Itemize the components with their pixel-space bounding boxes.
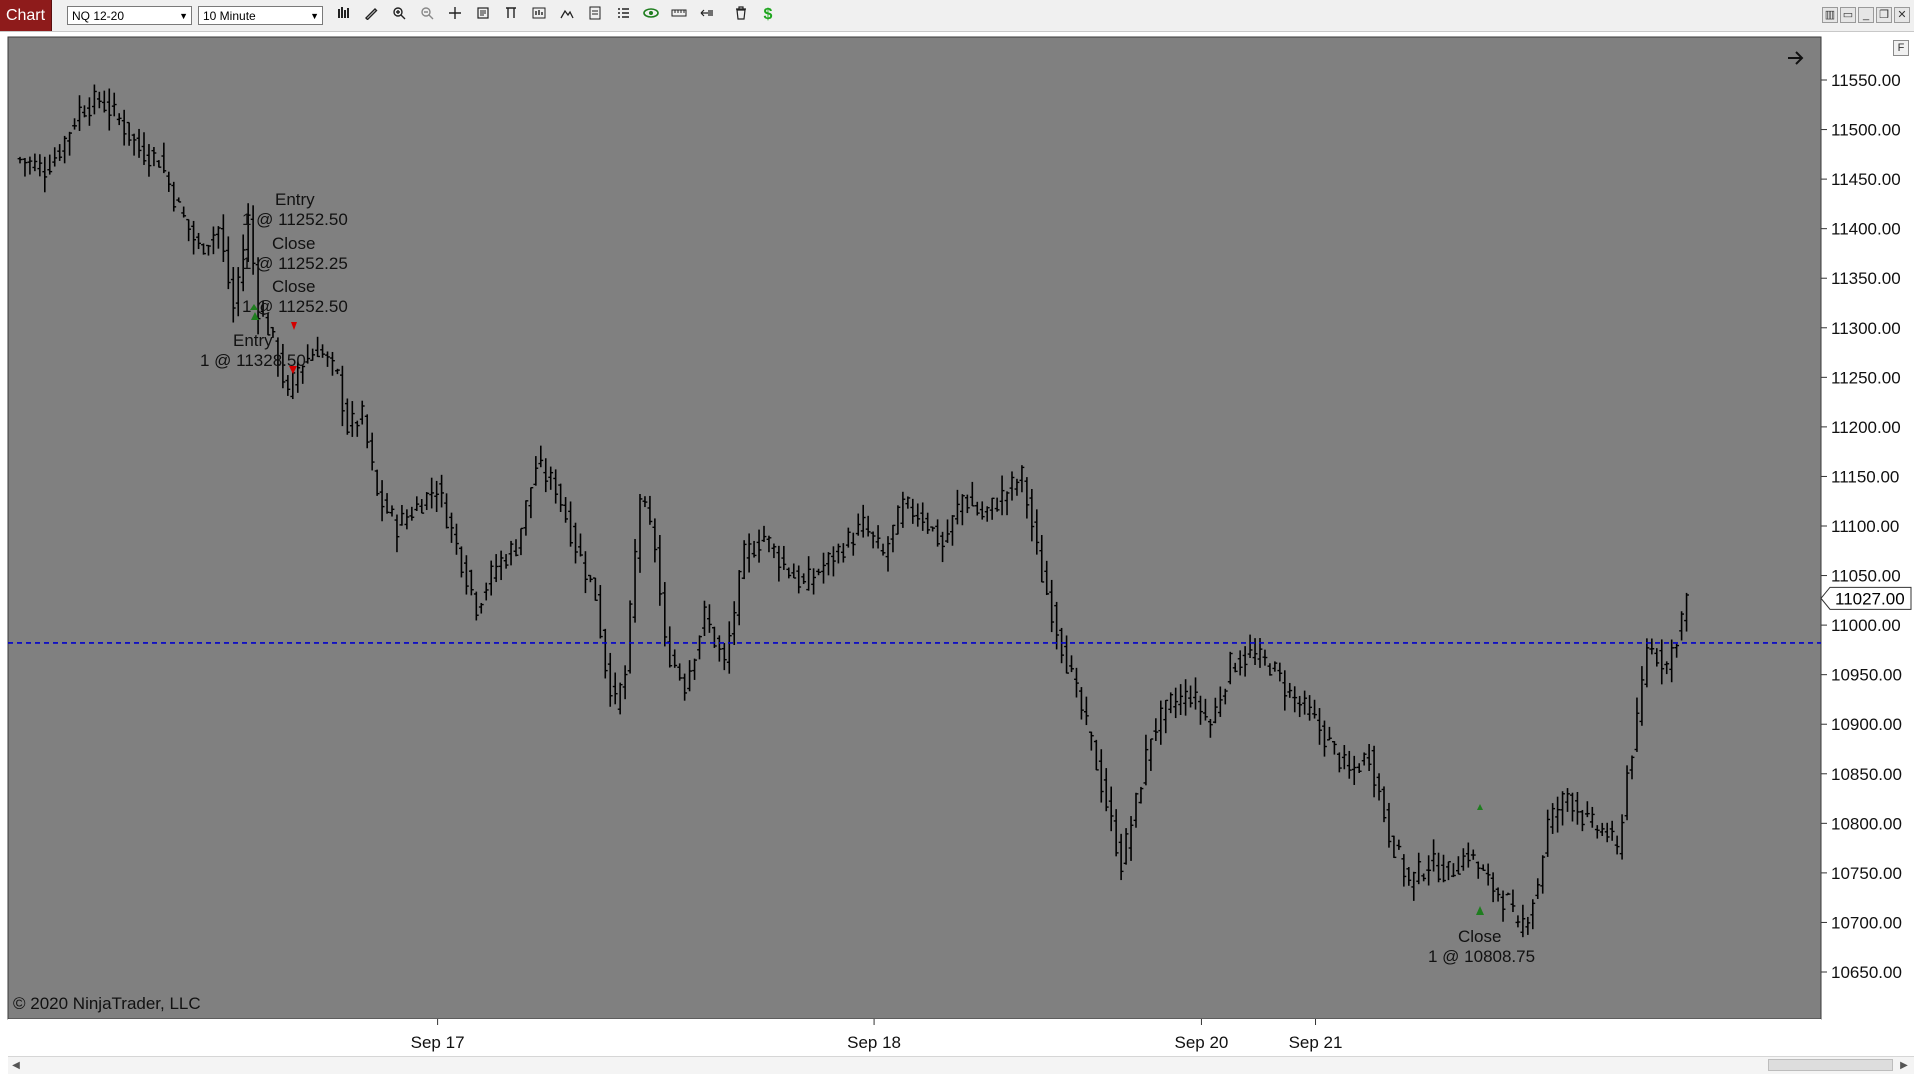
price-tick-label: 11250.00 xyxy=(1831,368,1901,387)
trade-detail: 1 @ 11252.50 xyxy=(242,297,348,316)
price-tick-label: 10850.00 xyxy=(1831,765,1902,784)
trade-label: Close xyxy=(272,277,315,296)
scroll-right-icon[interactable]: ▶ xyxy=(1896,1057,1912,1074)
price-tick-label: 11400.00 xyxy=(1831,220,1901,239)
trade-label: Close xyxy=(272,234,315,253)
scroll-left-icon[interactable]: ◀ xyxy=(8,1057,24,1074)
f-button[interactable]: F xyxy=(1893,40,1909,56)
price-tick-label: 11300.00 xyxy=(1831,319,1901,338)
price-tick-label: 11550.00 xyxy=(1831,71,1901,90)
date-tick-label: Sep 21 xyxy=(1289,1033,1343,1052)
scroll-thumb[interactable] xyxy=(1768,1059,1893,1071)
price-tick-label: 10900.00 xyxy=(1831,715,1902,734)
price-tick-label: 11500.00 xyxy=(1831,121,1901,140)
trade-label: Entry xyxy=(233,331,273,350)
price-tick-label: 10750.00 xyxy=(1831,864,1902,883)
price-tick-label: 10700.00 xyxy=(1831,913,1902,932)
date-tick-label: Sep 18 xyxy=(847,1033,901,1052)
price-tick-label: 11200.00 xyxy=(1831,418,1901,437)
horizontal-scrollbar[interactable]: ◀ ▶ xyxy=(8,1056,1914,1074)
price-tick-label: 10650.00 xyxy=(1831,963,1902,982)
trade-detail: 1 @ 11328.50 xyxy=(200,351,306,370)
price-tick-label: 11100.00 xyxy=(1831,517,1899,536)
price-tick-label: 11350.00 xyxy=(1831,269,1901,288)
price-tick-label: 11000.00 xyxy=(1831,616,1901,635)
trade-detail: 1 @ 11252.50 xyxy=(242,210,348,229)
trade-label: Close xyxy=(1458,927,1501,946)
trade-detail: 1 @ 11252.25 xyxy=(242,254,348,273)
price-tick-label: 11450.00 xyxy=(1831,170,1901,189)
last-price-label: 11027.00 xyxy=(1835,589,1905,608)
date-tick-label: Sep 20 xyxy=(1174,1033,1228,1052)
copyright-label: © 2020 NinjaTrader, LLC xyxy=(13,994,201,1013)
price-tick-label: 10800.00 xyxy=(1831,814,1902,833)
price-tick-label: 11150.00 xyxy=(1831,467,1899,486)
trade-detail: 1 @ 10808.75 xyxy=(1428,947,1535,966)
time-axis[interactable] xyxy=(8,1019,1821,1056)
date-tick-label: Sep 17 xyxy=(411,1033,465,1052)
trade-label: Entry xyxy=(275,190,315,209)
price-tick-label: 10950.00 xyxy=(1831,666,1902,685)
chart-panel[interactable] xyxy=(7,36,1822,1020)
price-tick-label: 11050.00 xyxy=(1831,567,1901,586)
last-price-marker: 11027.00 xyxy=(1820,586,1912,610)
price-chart[interactable]: 11550.00 11500.00 11450.00 11400.00 11350.00… xyxy=(0,0,1914,1075)
